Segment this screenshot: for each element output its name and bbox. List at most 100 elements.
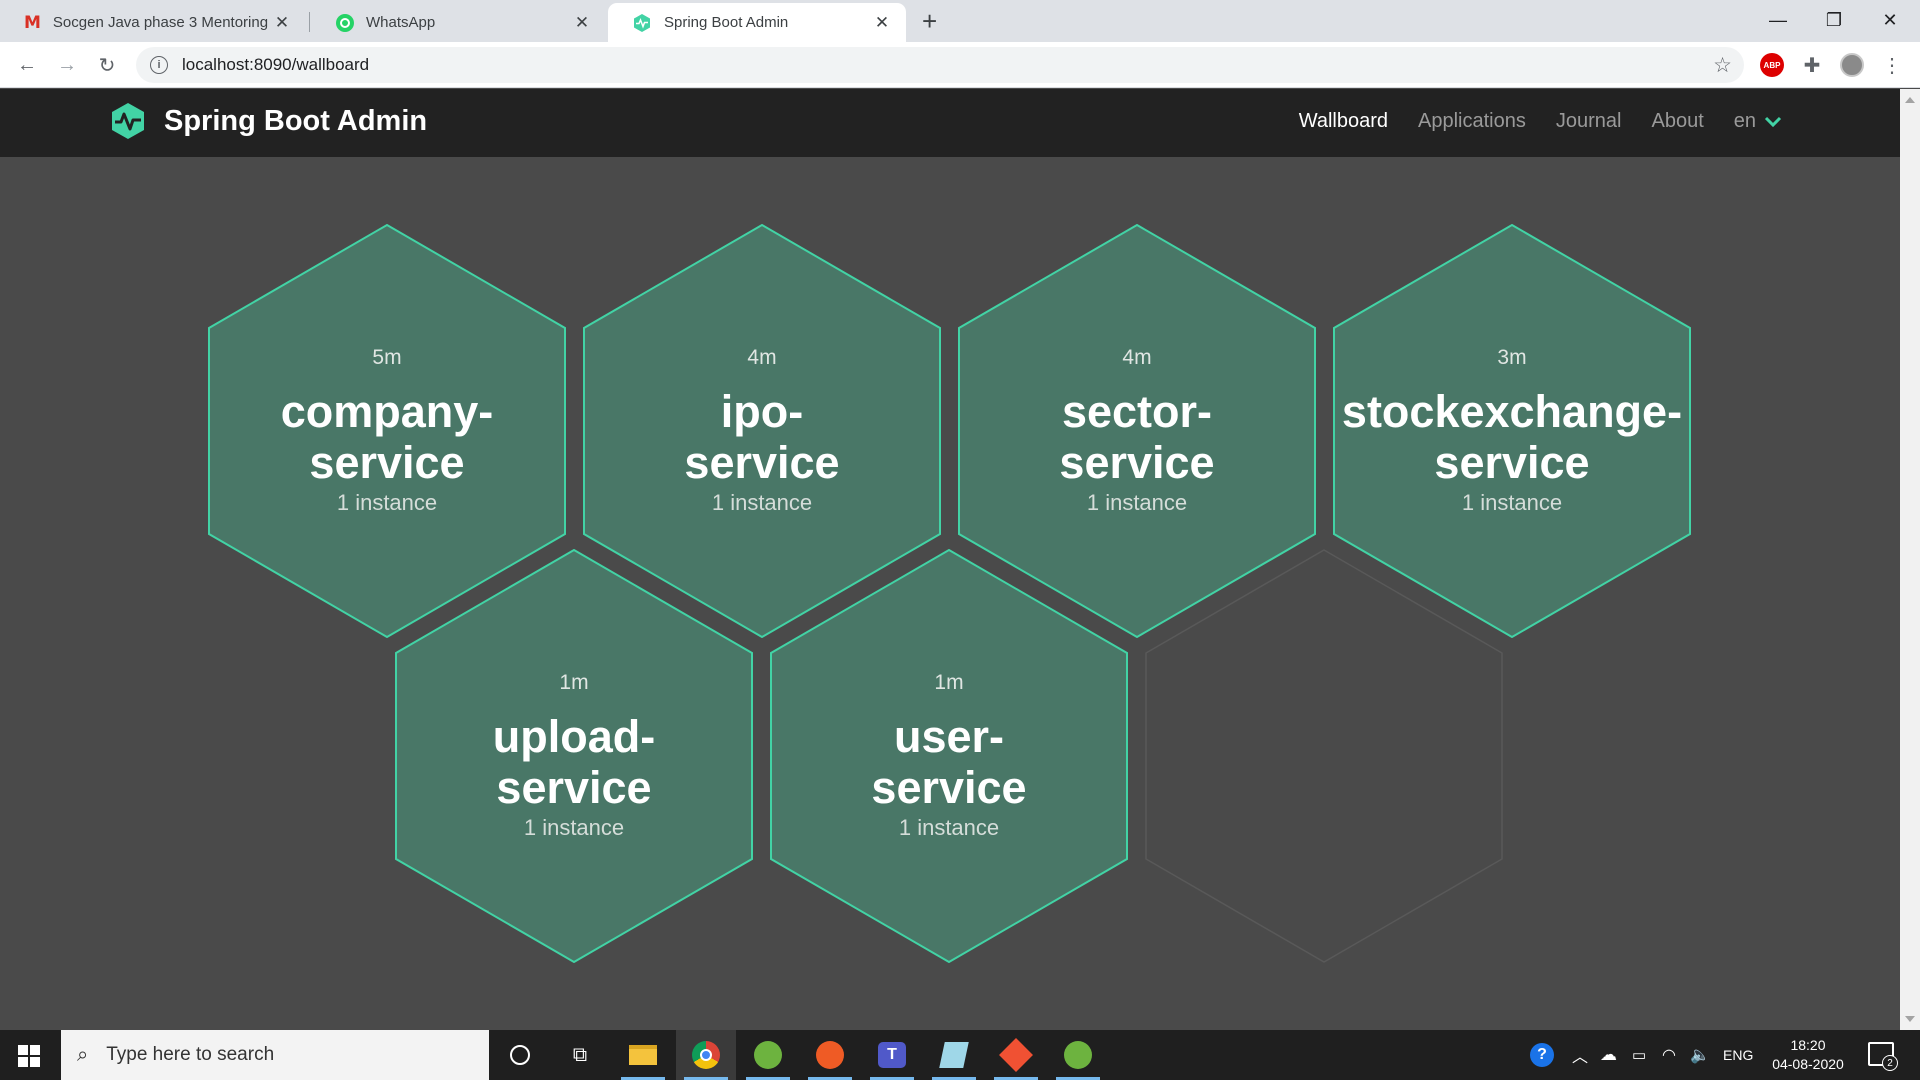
gmail-icon: M — [24, 12, 41, 33]
app-instance-count: 1 instance — [711, 490, 813, 515]
app-name-line1: sector- — [1061, 386, 1213, 437]
app-name-line2: service — [871, 762, 1027, 813]
browser-toolbar: ← → ↻ i localhost:8090/wallboard ☆ ABP ✚… — [0, 42, 1920, 88]
clock-date: 04-08-2020 — [1772, 1056, 1844, 1072]
action-center-icon[interactable]: 2 — [1868, 1042, 1898, 1071]
nav-about[interactable]: About — [1651, 110, 1703, 133]
notepad-button[interactable] — [924, 1030, 984, 1080]
nav-journal[interactable]: Journal — [1556, 110, 1622, 133]
app-uptime: 4m — [1122, 346, 1152, 369]
tab-title: WhatsApp — [366, 14, 436, 31]
windows-start-icon[interactable] — [18, 1045, 40, 1067]
forward-button[interactable]: → — [52, 50, 82, 80]
info-icon[interactable]: i — [150, 56, 168, 74]
git-icon — [999, 1038, 1033, 1072]
app-hex-user-service[interactable]: 1m user- service 1 instance — [770, 549, 1128, 963]
spring-boot-admin-logo-icon — [112, 103, 144, 139]
file-explorer-icon — [629, 1045, 657, 1065]
app-name-line1: upload- — [492, 711, 656, 762]
system-clock[interactable]: 18:20 04-08-2020 — [1770, 1036, 1846, 1074]
app-instance-count: 1 instance — [523, 815, 625, 840]
git-gui-button[interactable] — [986, 1030, 1046, 1080]
wallboard: 5m company- service 1 instance 4m ipo- s… — [0, 157, 1900, 1030]
app-instance-count: 1 instance — [1086, 490, 1188, 515]
spring-boot-admin-icon — [634, 13, 650, 32]
tab-whatsapp[interactable]: WhatsApp ✕ — [312, 3, 606, 42]
address-bar[interactable]: i localhost:8090/wallboard ☆ — [136, 47, 1744, 83]
restore-button[interactable]: ❐ — [1806, 0, 1862, 40]
task-view-button[interactable]: ⧉ — [550, 1030, 610, 1080]
tab-gmail[interactable]: M Socgen Java phase 3 Mentoring ✕ — [0, 3, 306, 42]
spring-tool-suite-icon — [754, 1041, 782, 1069]
app-name-line1: company- — [280, 386, 494, 437]
wifi-icon[interactable]: ◠ — [1662, 1030, 1676, 1080]
close-window-button[interactable]: ✕ — [1862, 0, 1918, 40]
volume-icon[interactable]: 🔈 — [1690, 1030, 1710, 1080]
back-button[interactable]: ← — [12, 50, 42, 80]
language-label: en — [1733, 110, 1756, 132]
browser-tab-strip: M Socgen Java phase 3 Mentoring ✕ WhatsA… — [0, 0, 1920, 42]
notepad-icon — [939, 1042, 969, 1068]
windows-taskbar: ⌕ Type here to search ⧉ T ? ︿ ☁ ▭ ◠ 🔈 EN… — [0, 1030, 1920, 1080]
app-name-line2: service — [1434, 437, 1590, 488]
brand-title: Spring Boot Admin — [164, 104, 428, 137]
language-dropdown[interactable]: en — [1734, 110, 1782, 133]
search-icon: ⌕ — [77, 1043, 89, 1066]
scroll-down-arrow-icon[interactable] — [1905, 1016, 1915, 1022]
show-hidden-icons-chevron-icon[interactable]: ︿ — [1572, 1030, 1588, 1080]
reload-button[interactable]: ↻ — [92, 50, 122, 80]
nav-wallboard[interactable]: Wallboard — [1299, 110, 1388, 133]
app-hex-upload-service[interactable]: 1m upload- service 1 instance — [395, 549, 753, 963]
onedrive-cloud-icon[interactable]: ☁ — [1600, 1030, 1617, 1080]
clock-time: 18:20 — [1790, 1037, 1826, 1053]
tab-title: Socgen Java phase 3 Mentoring — [52, 14, 269, 31]
app-uptime: 1m — [934, 671, 964, 694]
help-tray-button[interactable]: ? — [1530, 1030, 1554, 1080]
nav-applications[interactable]: Applications — [1418, 110, 1526, 133]
postman-button[interactable] — [800, 1030, 860, 1080]
cortana-button[interactable] — [490, 1030, 550, 1080]
app-instance-count: 1 instance — [898, 815, 1000, 840]
app-name-line2: service — [1059, 437, 1215, 488]
app-instance-count: 1 instance — [336, 490, 438, 515]
close-icon[interactable]: ✕ — [272, 13, 292, 33]
new-tab-button[interactable]: + — [922, 6, 937, 37]
empty-hex-slot — [1145, 549, 1503, 963]
tab-spring-boot-admin[interactable]: Spring Boot Admin ✕ — [608, 3, 906, 42]
spring-tool-suite-button[interactable] — [738, 1030, 798, 1080]
app-instance-count: 1 instance — [1461, 490, 1563, 515]
scroll-up-arrow-icon[interactable] — [1905, 97, 1915, 103]
page-scrollbar[interactable] — [1900, 89, 1920, 1030]
taskbar-search-box[interactable]: ⌕ Type here to search — [61, 1030, 489, 1080]
close-icon[interactable]: ✕ — [572, 13, 592, 33]
notification-badge: 2 — [1882, 1055, 1898, 1071]
cortana-icon — [510, 1045, 530, 1065]
teams-icon: T — [878, 1042, 906, 1068]
url-text[interactable]: localhost:8090/wallboard — [182, 55, 369, 75]
file-explorer-button[interactable] — [613, 1030, 673, 1080]
close-icon[interactable]: ✕ — [872, 13, 892, 33]
app-name-line2: service — [496, 762, 652, 813]
chrome-button[interactable] — [676, 1030, 736, 1080]
brand[interactable]: Spring Boot Admin — [108, 101, 427, 141]
tab-title: Spring Boot Admin — [664, 14, 789, 31]
teams-button[interactable]: T — [862, 1030, 922, 1080]
whatsapp-icon — [336, 13, 354, 32]
spring-icon — [1064, 1041, 1092, 1069]
bookmark-star-icon[interactable]: ☆ — [1713, 53, 1732, 78]
extensions-puzzle-icon[interactable]: ✚ — [1800, 53, 1824, 77]
chrome-icon — [692, 1041, 720, 1069]
app-name-line2: service — [309, 437, 465, 488]
menu-kebab-icon[interactable]: ⋮ — [1880, 53, 1904, 77]
app-uptime: 1m — [559, 671, 589, 694]
search-placeholder: Type here to search — [106, 1044, 275, 1065]
input-language-indicator[interactable]: ENG — [1723, 1030, 1753, 1080]
help-icon: ? — [1530, 1043, 1554, 1067]
minimize-button[interactable]: ― — [1750, 0, 1806, 40]
adblock-plus-icon[interactable]: ABP — [1760, 53, 1784, 77]
app-uptime: 3m — [1497, 346, 1527, 369]
task-view-icon: ⧉ — [572, 1043, 588, 1066]
battery-icon[interactable]: ▭ — [1632, 1030, 1646, 1080]
profile-avatar[interactable] — [1840, 53, 1864, 77]
spring-boot-app-button[interactable] — [1048, 1030, 1108, 1080]
